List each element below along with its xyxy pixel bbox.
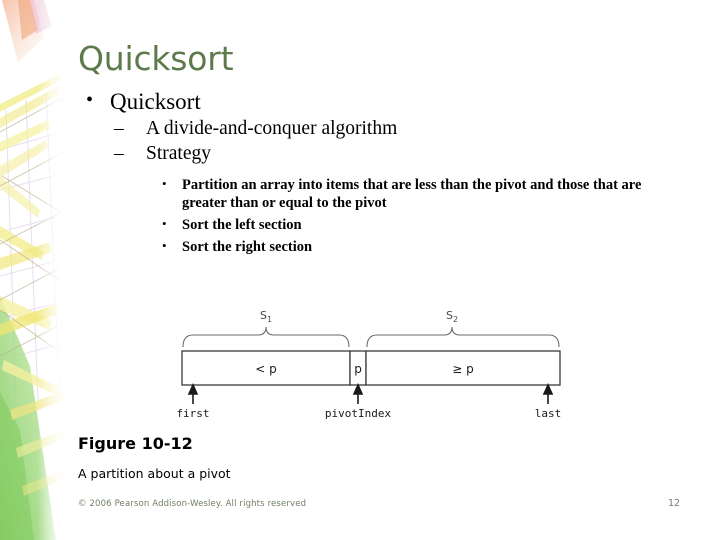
arrow-first-head xyxy=(187,383,199,395)
bullet-level1: • Quicksort xyxy=(78,88,688,115)
figure-caption-subtitle: A partition about a pivot xyxy=(78,466,231,481)
bullet-marker-level2: – xyxy=(114,118,124,139)
decoration-fade-overlay xyxy=(0,0,68,540)
cell-right-label: ≥ p xyxy=(452,362,474,376)
brace-s1 xyxy=(182,326,350,348)
body-text-block: • Quicksort – A divide-and-conquer algor… xyxy=(78,88,688,260)
cell-pivot-label: p xyxy=(354,362,362,376)
label-s1: S1 xyxy=(260,309,272,324)
label-s2: S2 xyxy=(446,309,458,324)
pointer-arrows xyxy=(187,383,554,404)
pointer-label-first: first xyxy=(176,407,209,420)
bullet-marker-level2: – xyxy=(114,143,124,164)
bullet-marker-level3: • xyxy=(162,176,167,191)
page-title: Quicksort xyxy=(78,39,234,78)
bullet-level3-text: Partition an array into items that are l… xyxy=(182,177,642,211)
partition-diagram: S1 S2 < p p ≥ p first pivotIndex last xyxy=(176,305,566,420)
bullet-level3-text: Sort the right section xyxy=(182,239,313,255)
partition-diagram-svg: S1 S2 < p p ≥ p first pivotIndex last xyxy=(176,309,562,420)
bullet-marker-level3: • xyxy=(162,238,167,253)
bullet-level3: • Partition an array into items that are… xyxy=(78,176,688,212)
scaffolding-watermark-icon xyxy=(0,0,68,540)
arrow-pivot-head xyxy=(352,383,364,395)
footer-page-number: 12 xyxy=(668,498,681,509)
pointer-label-pivotindex: pivotIndex xyxy=(325,407,392,420)
strut-lines xyxy=(0,95,67,357)
bullet-marker-level3: • xyxy=(162,216,167,231)
bullet-level3: • Sort the left section xyxy=(78,216,688,234)
cell-left-label: < p xyxy=(255,362,277,376)
beam-group xyxy=(0,74,68,496)
bullet-level3: • Sort the right section xyxy=(78,238,688,256)
pointer-label-last: last xyxy=(535,407,562,420)
bullet-level2-text: Strategy xyxy=(146,143,211,164)
bullet-level3-text: Sort the left section xyxy=(182,217,302,233)
bullet-marker-level1: • xyxy=(86,89,94,111)
figure-caption-title: Figure 10-12 xyxy=(78,434,193,453)
brace-s2 xyxy=(366,326,560,348)
bullet-level2: – A divide-and-conquer algorithm xyxy=(78,116,688,141)
footer-copyright: © 2006 Pearson Addison-Wesley. All right… xyxy=(78,499,307,509)
arrow-last-head xyxy=(542,383,554,395)
decorative-sidebar-graphic xyxy=(0,0,68,540)
grid-lines xyxy=(0,91,68,401)
bullet-level1-text: Quicksort xyxy=(110,89,201,114)
slide-canvas: Quicksort • Quicksort – A divide-and-con… xyxy=(0,0,720,540)
bullet-level2-text: A divide-and-conquer algorithm xyxy=(146,118,398,139)
bullet-level2: – Strategy xyxy=(78,141,688,166)
